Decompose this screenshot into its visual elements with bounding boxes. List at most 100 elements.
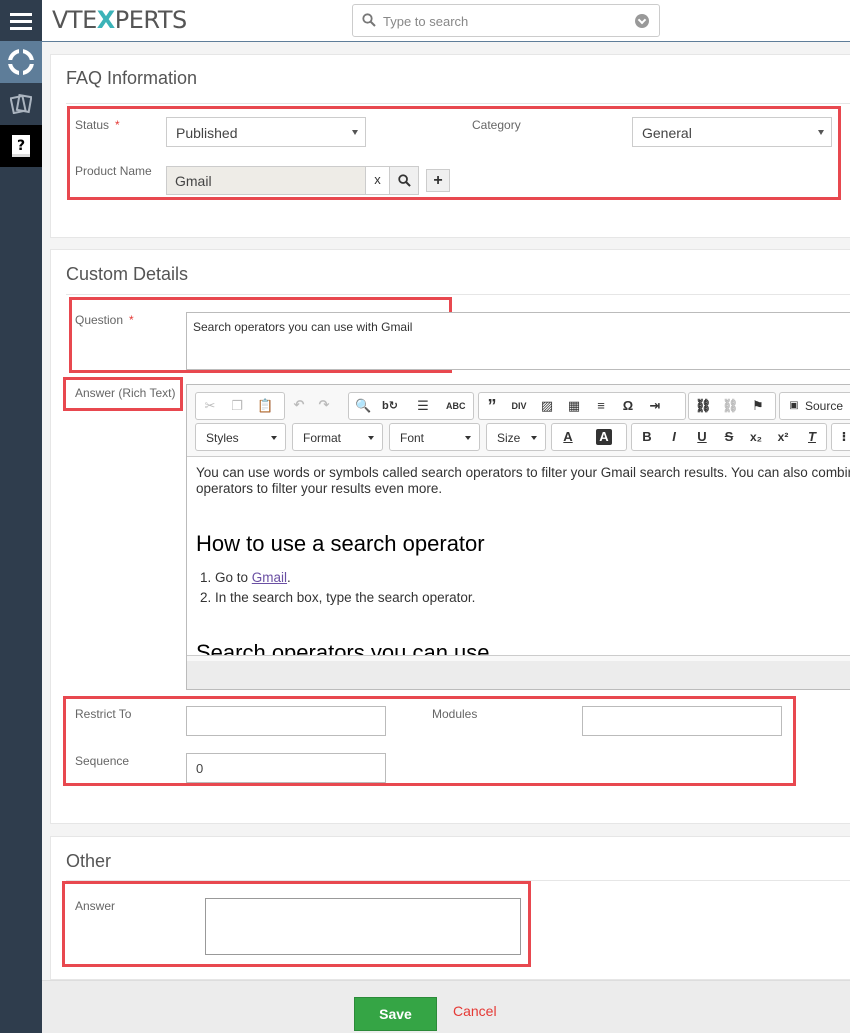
superscript-icon[interactable]: x² [775, 429, 791, 445]
format-dropdown[interactable]: Format [292, 423, 383, 451]
list-item: In the search box, type the search opera… [215, 588, 475, 608]
search-product-button[interactable] [389, 166, 419, 195]
subscript-icon[interactable]: x₂ [748, 429, 764, 445]
undo-icon[interactable]: ↶ [291, 397, 307, 413]
table-icon[interactable]: ▦ [566, 398, 582, 414]
link-group: ⛓ ⛓ ⚑ [688, 392, 776, 420]
sidebar-item-help-desk[interactable] [0, 41, 42, 83]
styles-dropdown[interactable]: Styles [195, 423, 286, 451]
sidebar-item-tickets[interactable] [0, 83, 42, 125]
copy-icon[interactable]: ❐ [229, 398, 245, 414]
sidebar-item-faq[interactable]: ? [0, 125, 42, 167]
cancel-link[interactable]: Cancel [453, 1003, 497, 1019]
caret-down-icon [352, 130, 358, 135]
clear-product-button[interactable]: x [366, 166, 390, 195]
search-placeholder: Type to search [383, 14, 469, 29]
cut-icon[interactable]: ✂ [202, 398, 218, 414]
hamburger-menu-button[interactable] [0, 0, 42, 42]
clipboard-group: ✂ ❐ 📋 [195, 392, 285, 420]
strikethrough-icon[interactable]: S [721, 429, 737, 445]
font-dropdown[interactable]: Font [389, 423, 480, 451]
more-group: ⁝ [831, 423, 850, 451]
other-answer-textarea[interactable] [205, 898, 521, 955]
unlink-icon[interactable]: ⛓ [722, 398, 739, 414]
horizontal-line-icon[interactable]: ≡ [593, 398, 609, 414]
gmail-link[interactable]: Gmail [252, 570, 287, 585]
undo-group: ↶ ↷ [285, 392, 345, 420]
find-icon[interactable]: 🔍 [355, 398, 371, 414]
rich-text-editor: ✂ ❐ 📋 ↶ ↷ 🔍 b↻ ☰ ABC ” DIV ▨ ▦ ≡ Ω ⇥ ⛓ ⛓… [186, 384, 850, 690]
divider [66, 294, 850, 295]
replace-icon[interactable]: b↻ [382, 398, 398, 414]
link-icon[interactable]: ⛓ [695, 398, 712, 414]
spellcheck-icon[interactable]: ABC [446, 398, 466, 414]
text-color-icon[interactable]: A [560, 429, 576, 445]
content-paragraph: You can use words or symbols called sear… [196, 465, 850, 496]
category-label: Category [472, 118, 521, 132]
category-select[interactable]: General [632, 117, 832, 147]
source-button[interactable]: ▣ Source [779, 392, 850, 420]
source-label: Source [805, 399, 844, 413]
basic-styles-group: B I U S x₂ x² T [631, 423, 827, 451]
lifebuoy-icon [8, 49, 34, 75]
add-product-button[interactable]: + [426, 169, 450, 192]
chevron-down-icon[interactable] [635, 14, 649, 28]
remove-format-icon[interactable]: T [804, 429, 820, 445]
list-icon[interactable]: ⁝ [836, 429, 850, 445]
editor-content-area[interactable]: You can use words or symbols called sear… [187, 456, 850, 656]
form-footer: Save Cancel [42, 980, 850, 1033]
redo-icon[interactable]: ↷ [316, 397, 332, 413]
find-group: 🔍 b↻ ☰ ABC [348, 392, 474, 420]
top-header: VTEXPERTS Type to search [42, 0, 850, 42]
modules-input[interactable] [582, 706, 782, 736]
other-block: Other Answer [50, 836, 850, 980]
italic-icon[interactable]: I [666, 429, 682, 445]
logo-text-left: VTE [52, 6, 97, 34]
logo-text-accent: X [96, 6, 116, 34]
restrict-to-input[interactable] [186, 706, 386, 736]
block-title-other: Other [66, 851, 112, 871]
size-dropdown[interactable]: Size [486, 423, 546, 451]
sequence-label: Sequence [75, 754, 130, 768]
block-title-faq-information: FAQ Information [66, 68, 198, 88]
tickets-icon [10, 94, 32, 114]
caret-down-icon [465, 436, 471, 440]
status-label: Status * [75, 118, 120, 132]
status-select[interactable]: Published [166, 117, 366, 147]
product-name-field[interactable]: Gmail [166, 166, 366, 195]
restrict-to-label: Restrict To [75, 707, 132, 721]
bold-icon[interactable]: B [639, 429, 655, 445]
special-char-icon[interactable]: Ω [620, 398, 636, 414]
paste-icon[interactable]: 📋 [257, 398, 273, 414]
global-search-input[interactable]: Type to search [352, 4, 660, 37]
bg-color-icon[interactable]: A [596, 429, 612, 445]
answer-rich-text-label: Answer (Rich Text) [75, 386, 176, 400]
insert-group: ” DIV ▨ ▦ ≡ Ω ⇥ [478, 392, 686, 420]
sequence-input[interactable]: 0 [186, 753, 386, 783]
modules-label: Modules [432, 707, 478, 721]
custom-details-block: Custom Details Question * Search operator… [50, 249, 850, 824]
divider [66, 103, 850, 104]
faq-book-icon: ? [12, 135, 30, 157]
select-all-icon[interactable]: ☰ [415, 398, 431, 414]
blockquote-icon[interactable]: ” [484, 397, 500, 415]
logo-text-right: PERTS [114, 6, 187, 34]
source-icon: ▣ [789, 400, 799, 411]
other-answer-label: Answer [75, 899, 116, 913]
question-label: Question * [75, 313, 134, 327]
caret-down-icon [531, 436, 537, 440]
editor-status-bar [187, 661, 850, 689]
div-icon[interactable]: DIV [511, 398, 527, 414]
caret-down-icon [818, 130, 824, 135]
save-button[interactable]: Save [354, 997, 437, 1031]
underline-icon[interactable]: U [694, 429, 710, 445]
search-icon [397, 174, 411, 187]
vtexperts-logo[interactable]: VTEXPERTS [52, 6, 187, 34]
question-textarea[interactable]: Search operators you can use with Gmail [186, 312, 850, 370]
anchor-flag-icon[interactable]: ⚑ [750, 398, 766, 414]
faq-information-block: FAQ Information Status * Published Catego… [50, 54, 850, 238]
content-heading-how-to: How to use a search operator [196, 531, 485, 556]
image-icon[interactable]: ▨ [539, 398, 555, 414]
indent-icon[interactable]: ⇥ [647, 398, 663, 414]
caret-down-icon [368, 436, 374, 440]
